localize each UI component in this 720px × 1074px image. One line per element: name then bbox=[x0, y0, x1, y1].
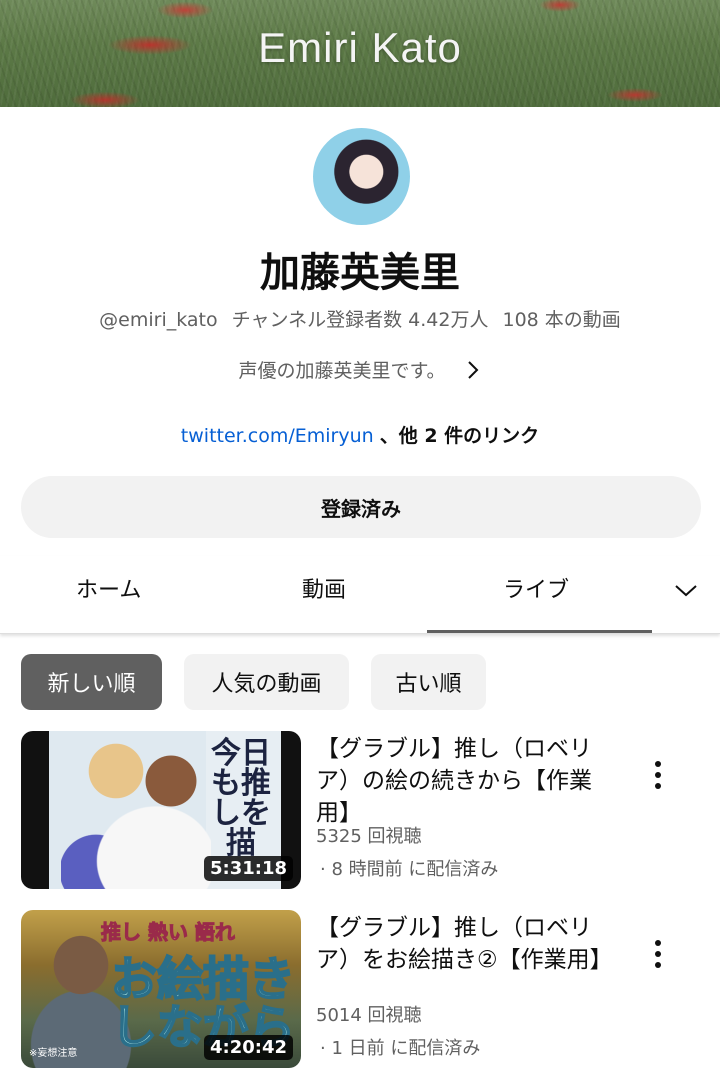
thumbnail-note: ※妄想注意 bbox=[29, 1048, 78, 1059]
more-links[interactable]: 、他 2 件のリンク bbox=[380, 425, 539, 447]
channel-meta: @emiri_kato チャンネル登録者数 4.42万人 108 本の動画 bbox=[0, 305, 720, 332]
channel-links: twitter.com/Emiryun 、他 2 件のリンク bbox=[0, 421, 720, 448]
view-count: 5325 回視聴 bbox=[316, 826, 422, 847]
description-text: 声優の加藤英美里です。 bbox=[238, 360, 446, 382]
more-vert-icon[interactable] bbox=[648, 938, 668, 970]
stream-time: · 1 日前 に配信済み bbox=[320, 1038, 481, 1059]
stream-time: · 8 時間前 に配信済み bbox=[320, 859, 499, 880]
thumbnail-illustration bbox=[61, 741, 211, 889]
channel-handle: @emiri_kato bbox=[99, 309, 218, 331]
subscriber-count: チャンネル登録者数 4.42万人 bbox=[231, 309, 489, 331]
banner-title: Emiri Kato bbox=[258, 24, 462, 71]
tab-videos[interactable]: 動画 bbox=[302, 572, 346, 604]
view-count: 5014 回視聴 bbox=[316, 1005, 422, 1026]
video-item[interactable]: 推し 熱い 語れ お絵描き しながら ※妄想注意 4:20:42 【グラブル】推… bbox=[0, 910, 720, 1070]
video-title[interactable]: 【グラブル】推し（ロベリア）をお絵描き②【作業用】 bbox=[316, 912, 616, 976]
video-thumbnail[interactable]: 推し 熱い 語れ お絵描き しながら ※妄想注意 4:20:42 bbox=[21, 910, 301, 1068]
chip-oldest[interactable]: 古い順 bbox=[371, 654, 486, 710]
chip-popular[interactable]: 人気の動画 bbox=[184, 654, 349, 710]
video-title[interactable]: 【グラブル】推し（ロベリア）の絵の続きから【作業用】 bbox=[316, 733, 616, 830]
channel-name: 加藤英美里 bbox=[260, 250, 460, 296]
active-tab-indicator bbox=[427, 630, 652, 633]
more-vert-icon[interactable] bbox=[648, 759, 668, 791]
chip-newest[interactable]: 新しい順 bbox=[21, 654, 162, 710]
duration-badge: 4:20:42 bbox=[203, 1035, 293, 1060]
subscribed-button[interactable]: 登録済み bbox=[21, 476, 701, 538]
channel-tabs: ホーム 動画 ライブ bbox=[0, 556, 720, 634]
tab-live[interactable]: ライブ bbox=[503, 572, 569, 604]
video-item[interactable]: 今日も推しを描 5:31:18 【グラブル】推し（ロベリア）の絵の続きから【作業… bbox=[0, 731, 720, 891]
twitter-link[interactable]: twitter.com/Emiryun bbox=[181, 425, 374, 447]
video-thumbnail[interactable]: 今日も推しを描 5:31:18 bbox=[21, 731, 301, 889]
chevron-right-icon bbox=[467, 360, 478, 379]
channel-description[interactable]: 声優の加藤英美里です。 bbox=[0, 356, 720, 383]
channel-banner: Emiri Kato bbox=[0, 0, 720, 107]
thumbnail-text: 今日も推しを描 bbox=[211, 736, 271, 861]
video-count: 108 本の動画 bbox=[502, 309, 621, 331]
thumbnail-top-text: 推し 熱い 語れ bbox=[101, 920, 236, 945]
channel-avatar[interactable] bbox=[313, 128, 410, 225]
duration-badge: 5:31:18 bbox=[203, 856, 293, 881]
tab-home[interactable]: ホーム bbox=[76, 572, 141, 604]
chevron-down-icon[interactable] bbox=[672, 578, 700, 602]
